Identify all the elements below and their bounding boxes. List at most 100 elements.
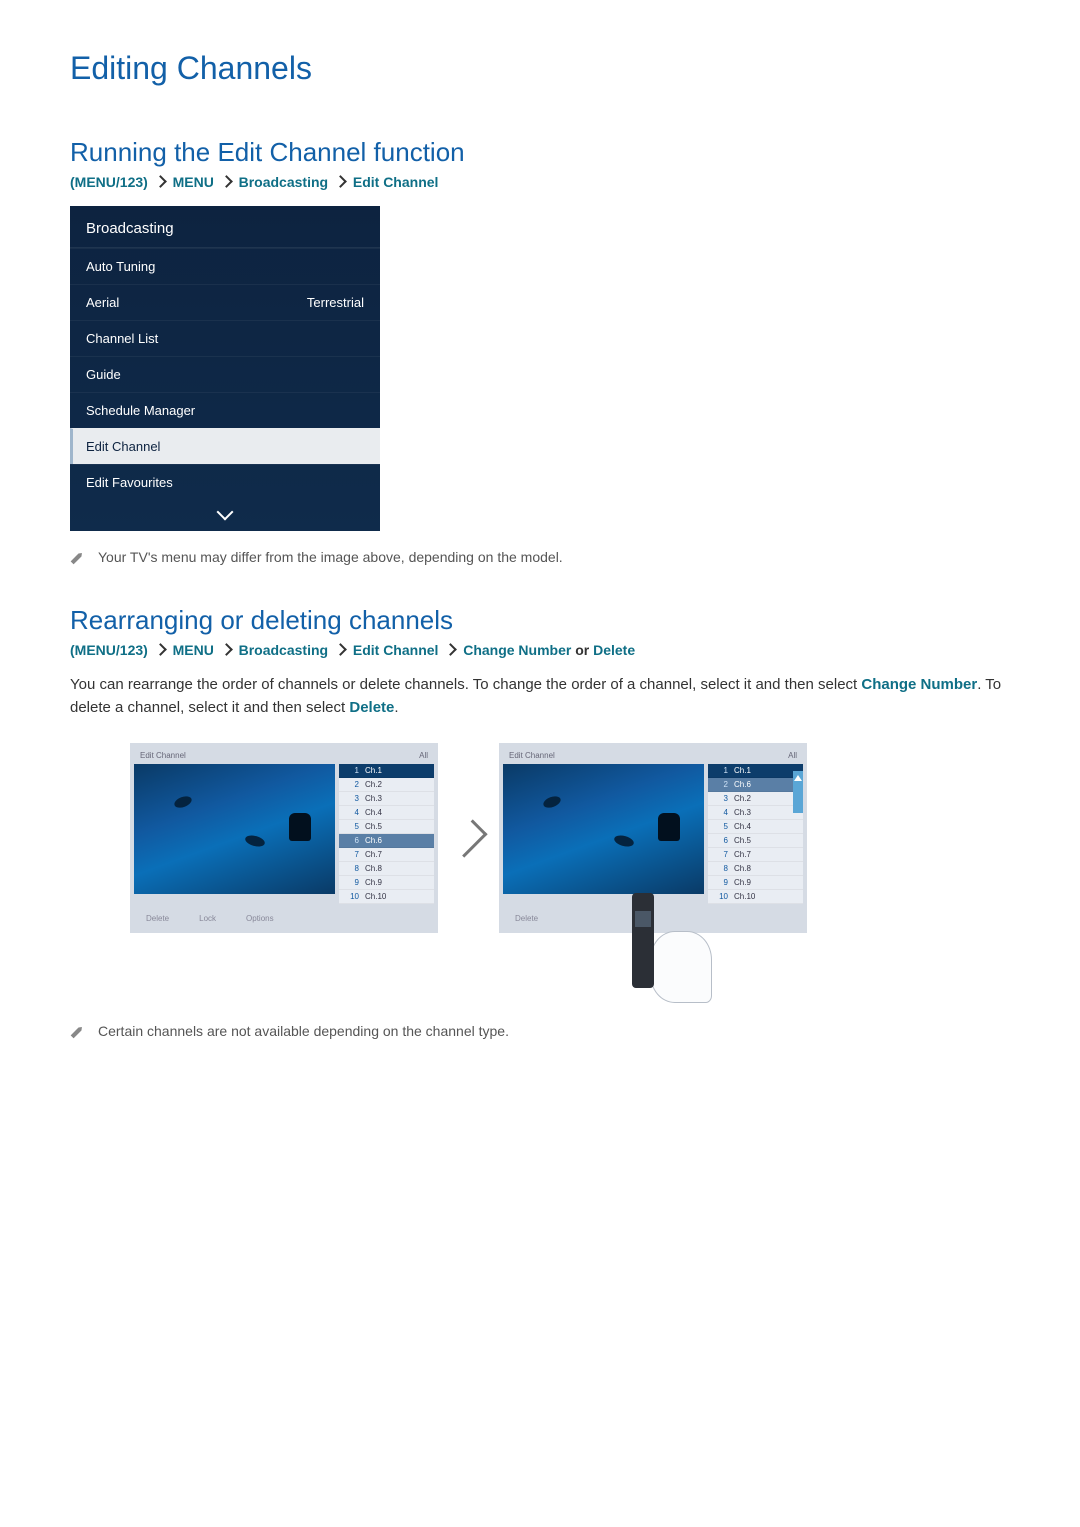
channel-name: Ch.10 bbox=[734, 892, 755, 901]
menu-item-label: Schedule Manager bbox=[86, 403, 195, 418]
channel-row[interactable]: 6 Ch.5 bbox=[708, 834, 803, 848]
channel-number: 6 bbox=[714, 836, 728, 845]
p-t1: You can rearrange the order of channels … bbox=[70, 676, 861, 693]
chevron-right-icon bbox=[444, 643, 457, 656]
channel-row[interactable]: 10 Ch.10 bbox=[339, 890, 434, 904]
channel-name: Ch.5 bbox=[365, 822, 382, 831]
channel-name: Ch.1 bbox=[734, 766, 751, 775]
note-1-text: Your TV's menu may differ from the image… bbox=[98, 549, 563, 565]
shot1-title: Edit Channel bbox=[140, 751, 186, 760]
channel-row[interactable]: 7Ch.7 bbox=[708, 848, 803, 862]
channel-number: 8 bbox=[345, 864, 359, 873]
chevron-right-icon bbox=[449, 819, 487, 857]
channel-name: Ch.8 bbox=[734, 864, 751, 873]
menu-item[interactable]: Schedule Manager bbox=[70, 392, 380, 428]
channel-row[interactable]: 5 Ch.4 bbox=[708, 820, 803, 834]
bc2-close: ) bbox=[143, 642, 148, 658]
channel-number: 10 bbox=[714, 892, 728, 901]
bc2-p1: Broadcasting bbox=[239, 642, 328, 658]
bc1-p0: MENU bbox=[173, 174, 214, 190]
chevron-right-icon bbox=[220, 175, 233, 188]
bc1-close: ) bbox=[143, 174, 148, 190]
menu-item[interactable]: Edit Channel bbox=[70, 428, 380, 464]
shot1-filter: All bbox=[419, 751, 428, 760]
channel-row[interactable]: 1Ch.1 bbox=[708, 764, 803, 778]
channel-row[interactable]: 8 Ch.8 bbox=[708, 862, 803, 876]
bc2-p0: MENU bbox=[173, 642, 214, 658]
channel-name: Ch.5 bbox=[734, 836, 751, 845]
shot2-channel-list: 1Ch.12Ch.63Ch.24Ch.3 5 Ch.4 6 Ch.5 7Ch.7 8 Ch.8… bbox=[708, 764, 803, 904]
channel-row[interactable]: 1Ch.1 bbox=[339, 764, 434, 778]
p-k1: Change Number bbox=[861, 676, 977, 693]
bc2-p3: Change Number bbox=[463, 642, 571, 658]
channel-name: Ch.4 bbox=[734, 822, 751, 831]
menu-item[interactable]: Edit Favourites bbox=[70, 464, 380, 500]
shot1-options-button[interactable]: Options bbox=[246, 914, 274, 923]
channel-number: 1 bbox=[345, 766, 359, 775]
channel-row[interactable]: 2Ch.2 bbox=[339, 778, 434, 792]
shot1-preview bbox=[134, 764, 335, 894]
channel-row[interactable]: 7Ch.7 bbox=[339, 848, 434, 862]
breadcrumb-2: (MENU/123) MENU Broadcasting Edit Channe… bbox=[70, 642, 1010, 658]
channel-number: 10 bbox=[345, 892, 359, 901]
menu-item[interactable]: Channel List bbox=[70, 320, 380, 356]
shot2-delete-button[interactable]: Delete bbox=[515, 914, 538, 923]
shot1-lock-button[interactable]: Lock bbox=[199, 914, 216, 923]
menu-item[interactable]: Auto Tuning bbox=[70, 248, 380, 284]
screenshot-after: Edit Channel All 1Ch.12Ch.63Ch.24Ch.35Ch… bbox=[499, 743, 807, 933]
pencil-icon bbox=[67, 1022, 87, 1042]
p-t3: . bbox=[394, 699, 398, 716]
menu-header: Broadcasting bbox=[70, 206, 380, 248]
channel-name: Ch.10 bbox=[365, 892, 386, 901]
screenshot-before: Edit Channel All 1Ch.12Ch.23Ch.34Ch.4 5 Ch… bbox=[130, 743, 438, 933]
shot1-channel-list: 1Ch.12Ch.23Ch.34Ch.4 5 Ch.5 6 Ch.6 7Ch.78Ch.8… bbox=[339, 764, 434, 904]
channel-row[interactable]: 6 Ch.6 bbox=[339, 834, 434, 848]
channel-row[interactable]: 2Ch.6 bbox=[708, 778, 803, 792]
bc1-p1: Broadcasting bbox=[239, 174, 328, 190]
note-2: Certain channels are not available depen… bbox=[70, 1023, 1010, 1039]
channel-row[interactable]: 10 Ch.10 bbox=[708, 890, 803, 904]
bc1-p2: Edit Channel bbox=[353, 174, 439, 190]
chevron-right-icon bbox=[334, 175, 347, 188]
remote-hand-illustration bbox=[622, 893, 712, 1003]
channel-row[interactable]: 9Ch.9 bbox=[708, 876, 803, 890]
menu-item[interactable]: AerialTerrestrial bbox=[70, 284, 380, 320]
channel-name: Ch.6 bbox=[365, 836, 382, 845]
chevron-right-icon bbox=[154, 175, 167, 188]
channel-number: 6 bbox=[345, 836, 359, 845]
channel-row[interactable]: 9Ch.9 bbox=[339, 876, 434, 890]
channel-name: Ch.2 bbox=[734, 794, 751, 803]
shot1-delete-button[interactable]: Delete bbox=[146, 914, 169, 923]
channel-row[interactable]: 3Ch.2 bbox=[708, 792, 803, 806]
channel-name: Ch.7 bbox=[365, 850, 382, 859]
channel-number: 5 bbox=[345, 822, 359, 831]
pencil-icon bbox=[67, 548, 87, 568]
menu-item-label: Channel List bbox=[86, 331, 158, 346]
move-up-indicator bbox=[793, 771, 803, 813]
menu-item[interactable]: Guide bbox=[70, 356, 380, 392]
chevron-right-icon bbox=[154, 643, 167, 656]
channel-name: Ch.7 bbox=[734, 850, 751, 859]
chevron-down-icon bbox=[70, 500, 380, 531]
channel-number: 8 bbox=[714, 864, 728, 873]
bc2-delete: Delete bbox=[593, 642, 635, 658]
channel-number: 2 bbox=[345, 780, 359, 789]
channel-row[interactable]: 8Ch.8 bbox=[339, 862, 434, 876]
channel-row[interactable]: 3Ch.3 bbox=[339, 792, 434, 806]
bc2-menu123: MENU/123 bbox=[75, 642, 143, 658]
menu-item-label: Edit Favourites bbox=[86, 475, 173, 490]
channel-row[interactable]: 4Ch.4 bbox=[339, 806, 434, 820]
channel-number: 4 bbox=[714, 808, 728, 817]
page-title: Editing Channels bbox=[70, 50, 1010, 87]
note-2-text: Certain channels are not available depen… bbox=[98, 1023, 509, 1039]
breadcrumb-1: (MENU/123) MENU Broadcasting Edit Channe… bbox=[70, 174, 1010, 190]
channel-row[interactable]: 5 Ch.5 bbox=[339, 820, 434, 834]
chevron-right-icon bbox=[220, 643, 233, 656]
chevron-right-icon bbox=[334, 643, 347, 656]
section1-title: Running the Edit Channel function bbox=[70, 137, 1010, 168]
channel-number: 5 bbox=[714, 822, 728, 831]
channel-row[interactable]: 4Ch.3 bbox=[708, 806, 803, 820]
menu-item-label: Edit Channel bbox=[86, 439, 160, 454]
shot2-filter: All bbox=[788, 751, 797, 760]
channel-number: 9 bbox=[714, 878, 728, 887]
